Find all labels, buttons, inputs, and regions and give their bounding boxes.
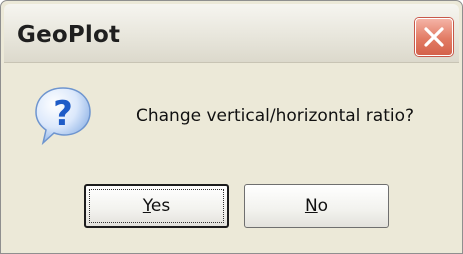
yes-button[interactable]: Yes (84, 184, 229, 228)
message-dialog: GeoPlot ? Change vertical/horizontal rat… (0, 0, 463, 254)
dialog-body: ? Change vertical/horizontal ratio? Yes … (4, 63, 459, 250)
dialog-message: Change vertical/horizontal ratio? (136, 106, 415, 126)
title-bar[interactable]: GeoPlot (4, 4, 459, 63)
close-icon (424, 27, 444, 47)
window-title: GeoPlot (17, 22, 121, 48)
close-button[interactable] (415, 18, 453, 56)
no-mnemonic: N (304, 196, 318, 216)
svg-text:?: ? (53, 94, 73, 134)
no-button[interactable]: No (244, 184, 389, 228)
question-icon: ? (35, 87, 91, 146)
focus-rectangle (89, 189, 224, 223)
no-label-rest: o (317, 196, 329, 216)
